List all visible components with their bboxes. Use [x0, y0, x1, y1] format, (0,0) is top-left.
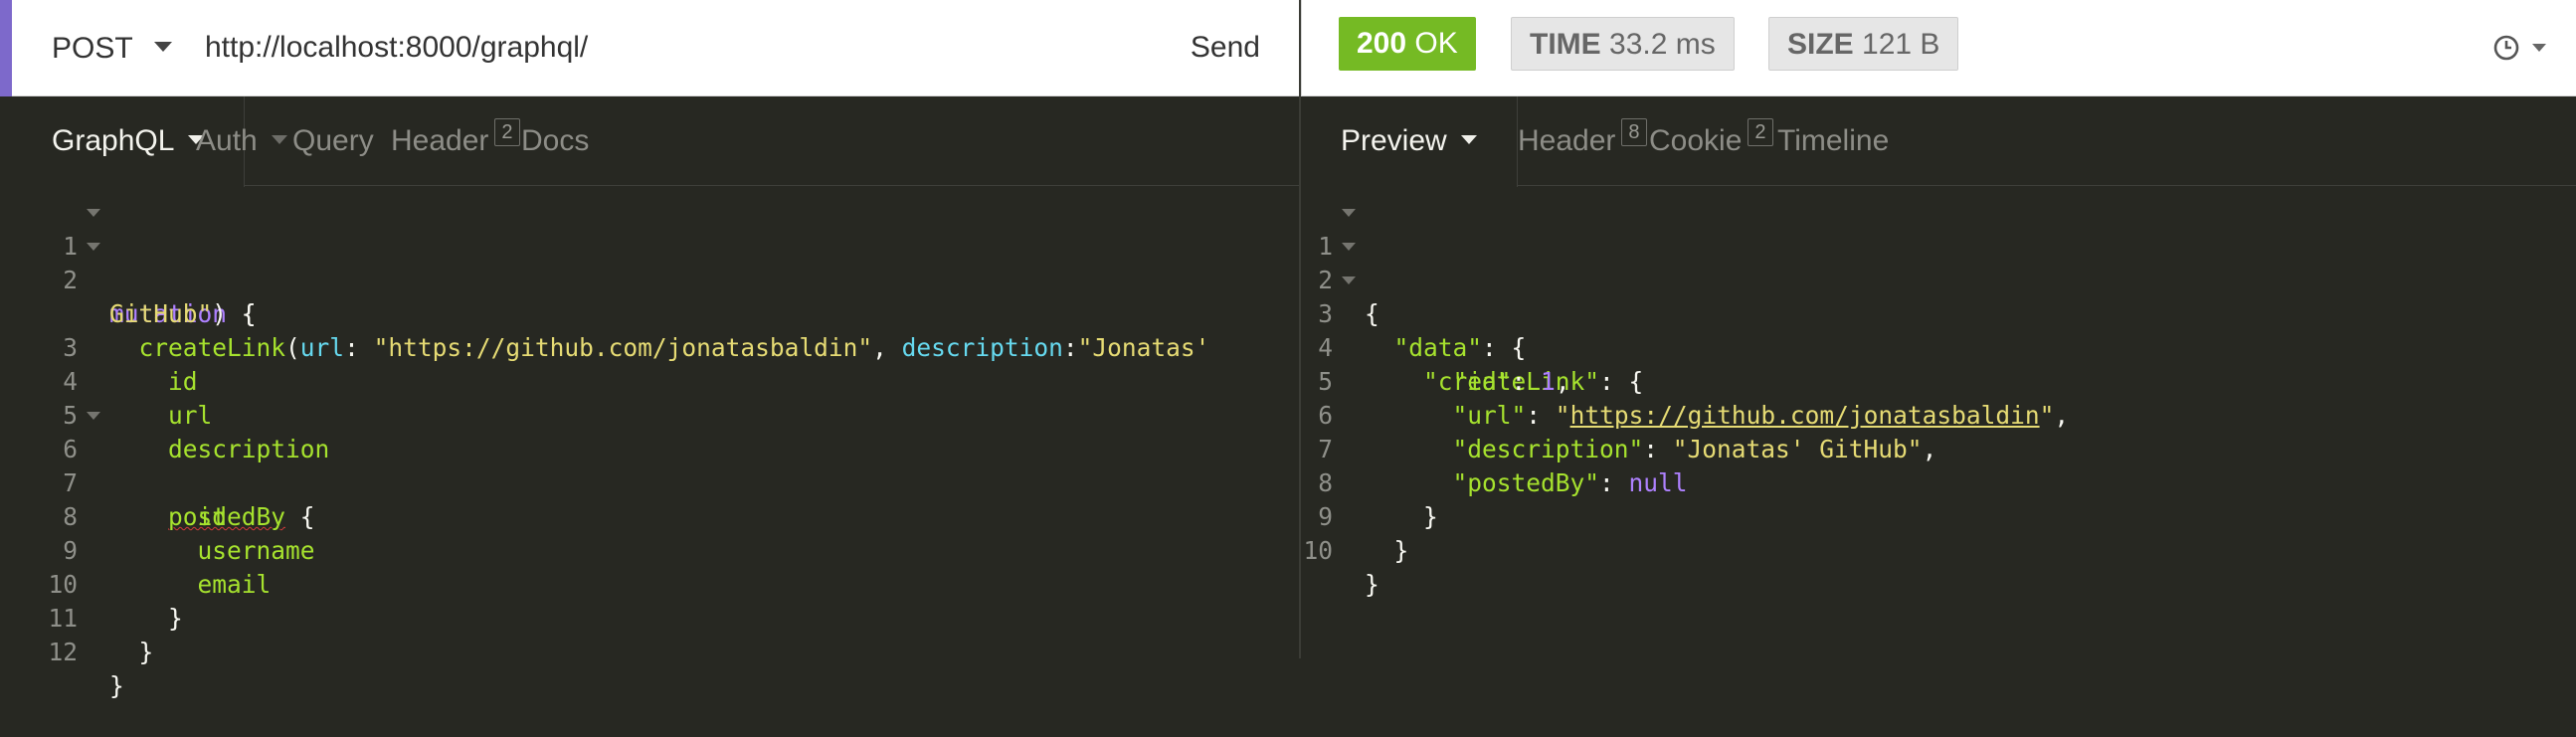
tab-timeline[interactable]: Timeline	[1738, 96, 1929, 186]
line-number: 12	[48, 638, 78, 666]
fold-toggle-icon[interactable]	[87, 412, 100, 420]
code-line: username	[197, 536, 315, 565]
code-line: }	[1365, 570, 1380, 599]
tab-label: Auth	[196, 124, 258, 157]
fold-toggle-icon[interactable]	[87, 243, 100, 251]
url-input[interactable]	[205, 20, 1060, 76]
tab-label: Preview	[1341, 124, 1447, 157]
chevron-down-icon[interactable]	[154, 42, 172, 52]
fold-toggle-icon[interactable]	[1342, 209, 1356, 217]
response-pane: 200 OK TIME 33.2 ms SIZE 121 B Preview H…	[1301, 0, 2576, 658]
workspace-accent-bar	[0, 0, 12, 96]
tab-label: Cookie	[1649, 124, 1743, 157]
code-line: id	[168, 367, 198, 396]
chevron-down-icon[interactable]	[2532, 44, 2546, 52]
url-bar: POST Send	[12, 0, 1300, 96]
response-viewer[interactable]: 1 { 2 "data": { 3 "createLink": { 4 "id"…	[1301, 186, 2576, 658]
send-button[interactable]: Send	[1179, 20, 1272, 76]
response-tabs: Preview Header 8 Cookie 2 Timeline	[1301, 96, 2576, 187]
chevron-down-icon	[1460, 134, 1477, 144]
code-line: createLink(url: "https://github.com/jona…	[138, 333, 1210, 362]
fold-toggle-icon[interactable]	[1342, 276, 1356, 284]
tab-label: Header	[1518, 124, 1616, 157]
line-number: 10	[1303, 536, 1333, 565]
code-line: "description": "Jonatas' GitHub",	[1452, 435, 1937, 463]
fold-toggle-icon[interactable]	[87, 209, 100, 217]
time-badge: TIME 33.2 ms	[1511, 17, 1735, 71]
size-badge: SIZE 121 B	[1768, 17, 1959, 71]
response-status-bar: 200 OK TIME 33.2 ms SIZE 121 B	[1301, 0, 2576, 96]
tab-label: Timeline	[1777, 124, 1890, 157]
code-line: "postedBy": null	[1452, 468, 1688, 497]
request-tabs: GraphQL Auth Query Header 2 Docs	[12, 96, 1300, 187]
code-line: id	[197, 502, 228, 531]
request-pane: POST Send GraphQL Auth Query Header2 Doc…	[12, 0, 1300, 700]
tab-label: Docs	[521, 124, 590, 157]
clock-icon[interactable]	[2491, 33, 2521, 63]
code-line-wrap: GitHub") {	[109, 299, 257, 328]
query-editor[interactable]: 1 mutation { 2 createLink(url: "https://…	[12, 186, 1300, 700]
code-line: url	[168, 401, 213, 430]
response-url-link[interactable]: https://github.com/jonatasbaldin	[1570, 401, 2040, 430]
code-line: "url": "https://github.com/jonatasbaldin…	[1452, 401, 2070, 430]
code-line: }	[168, 604, 183, 633]
status-badge: 200 OK	[1339, 17, 1476, 71]
code-line: email	[197, 570, 272, 599]
fold-toggle-icon[interactable]	[1342, 243, 1356, 251]
tab-label: Header	[391, 124, 489, 157]
code-line: }	[109, 671, 124, 700]
tab-docs[interactable]: Docs	[481, 96, 629, 186]
code-line: description	[168, 435, 330, 463]
code-line: }	[138, 638, 154, 666]
method-dropdown[interactable]: POST	[52, 0, 133, 96]
code-line: "id": 1,	[1452, 367, 1570, 396]
